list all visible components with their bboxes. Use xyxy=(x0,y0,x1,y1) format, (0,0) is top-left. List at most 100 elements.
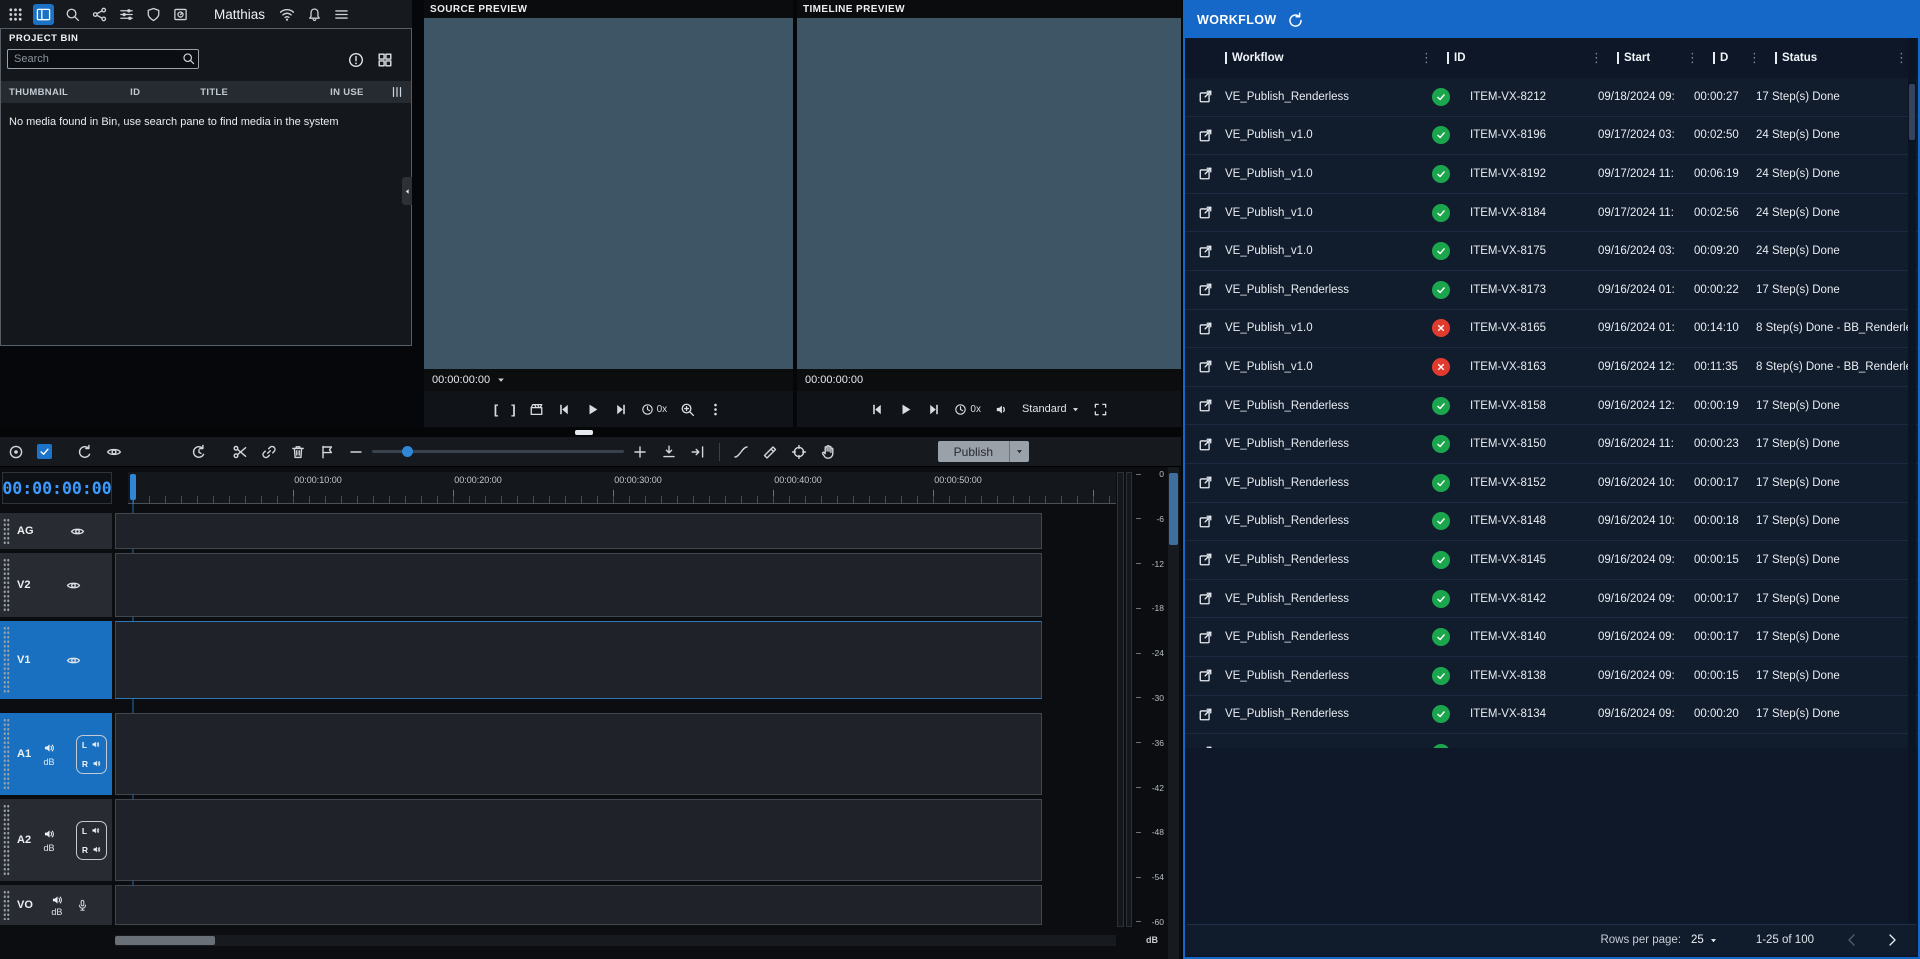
mark-in-button[interactable]: [ xyxy=(494,403,498,416)
publish-dropdown[interactable] xyxy=(1009,441,1029,462)
history-icon[interactable] xyxy=(191,444,207,460)
open-external-icon[interactable] xyxy=(1198,630,1213,645)
workflow-scrollbar-thumb[interactable] xyxy=(1909,84,1915,140)
source-video-area[interactable] xyxy=(424,18,793,369)
playback-speed[interactable]: 0x xyxy=(641,403,668,416)
horizontal-scrollbar-thumb[interactable] xyxy=(115,936,215,945)
track-lane-v1[interactable] xyxy=(115,621,1042,699)
column-duration[interactable]: D xyxy=(1686,50,1748,66)
delete-trash-icon[interactable] xyxy=(290,444,306,460)
table-row[interactable]: VE_Publish_Renderless ITEM-VX-8158 09/16… xyxy=(1185,387,1918,426)
table-row[interactable]: VE_Publish_Renderless ITEM-VX-8142 09/16… xyxy=(1185,580,1918,619)
db-label[interactable]: dB xyxy=(51,907,62,917)
drag-handle-icon[interactable] xyxy=(3,518,10,544)
drag-handle-icon[interactable] xyxy=(3,626,10,694)
track-header-v1[interactable]: V1 xyxy=(0,621,112,699)
column-grip-icon[interactable] xyxy=(1590,50,1603,66)
open-external-icon[interactable] xyxy=(1198,166,1213,181)
table-row[interactable]: VE_Publish_Renderless ITEM-VX-8152 09/16… xyxy=(1185,464,1918,503)
table-row[interactable]: VE_Publish_Renderless ITEM-VX-8173 09/16… xyxy=(1185,271,1918,310)
shield-icon[interactable] xyxy=(144,5,162,23)
menu-icon[interactable] xyxy=(332,5,350,23)
panel-layout-icon[interactable] xyxy=(33,4,54,25)
collapse-panel-button[interactable] xyxy=(402,177,412,205)
divider-drag-handle[interactable] xyxy=(575,430,593,435)
vertical-scrollbar-thumb[interactable] xyxy=(1169,473,1178,545)
refresh-icon[interactable] xyxy=(1287,12,1304,29)
table-row[interactable]: VE_Publish_Renderless ITEM-VX-8148 09/16… xyxy=(1185,503,1918,542)
table-row[interactable]: VE_Publish_v1.0 ITEM-VX-8196 09/17/2024 … xyxy=(1185,117,1918,156)
table-row[interactable]: VE_Publish_Renderless ITEM-VX-8134 09/16… xyxy=(1185,696,1918,735)
horizontal-scrollbar[interactable] xyxy=(115,935,1116,946)
mark-out-button[interactable]: ] xyxy=(511,403,515,416)
table-row[interactable]: VE_Publish_v1.0 ITEM-VX-8184 09/17/2024 … xyxy=(1185,194,1918,233)
publish-button[interactable]: Publish xyxy=(938,441,1029,462)
table-row[interactable] xyxy=(1185,734,1918,748)
zoom-icon[interactable] xyxy=(680,402,695,417)
speaker-icon[interactable] xyxy=(43,828,55,840)
zoom-in-icon[interactable] xyxy=(632,444,648,460)
open-external-icon[interactable] xyxy=(1198,591,1213,606)
fade-curve-icon[interactable] xyxy=(733,444,749,460)
table-row[interactable]: VE_Publish_v1.0 ITEM-VX-8175 09/16/2024 … xyxy=(1185,232,1918,271)
visibility-eye-icon[interactable] xyxy=(106,444,122,460)
speaker-icon[interactable] xyxy=(51,894,63,906)
previous-page-icon[interactable] xyxy=(1844,932,1860,948)
timeline-video-area[interactable] xyxy=(797,18,1181,369)
column-settings-icon[interactable] xyxy=(390,85,404,99)
open-external-icon[interactable] xyxy=(1198,668,1213,683)
vault-icon[interactable] xyxy=(171,5,189,23)
workflow-scrollbar[interactable] xyxy=(1908,38,1916,924)
open-external-icon[interactable] xyxy=(1198,398,1213,413)
playback-speed[interactable]: 0x xyxy=(954,403,981,416)
column-id[interactable]: ID xyxy=(1420,50,1590,66)
selection-checkbox[interactable] xyxy=(37,444,52,459)
channel-left[interactable]: L xyxy=(82,826,101,836)
marker-flag-icon[interactable] xyxy=(319,444,335,460)
open-external-icon[interactable] xyxy=(1198,437,1213,452)
column-status[interactable]: Status xyxy=(1748,50,1918,66)
table-row[interactable]: VE_Publish_Renderless ITEM-VX-8212 09/18… xyxy=(1185,78,1918,117)
hand-tool-icon[interactable] xyxy=(820,444,836,460)
cut-scissors-icon[interactable] xyxy=(232,444,248,460)
play-button[interactable] xyxy=(585,402,600,417)
vertical-scrollbar[interactable] xyxy=(1168,467,1179,959)
open-external-icon[interactable] xyxy=(1198,475,1213,490)
open-external-icon[interactable] xyxy=(1198,359,1213,374)
slate-icon[interactable] xyxy=(529,402,544,417)
more-options-icon[interactable] xyxy=(708,402,723,417)
track-visibility-icon[interactable] xyxy=(66,653,81,668)
channel-right[interactable]: R xyxy=(82,845,101,855)
track-header-a1[interactable]: A1 dB L R xyxy=(0,713,112,795)
drag-handle-icon[interactable] xyxy=(3,804,10,876)
append-clip-icon[interactable] xyxy=(690,444,706,460)
track-header-vo[interactable]: VO dB xyxy=(0,885,112,925)
settings-sliders-icon[interactable] xyxy=(117,5,135,23)
table-row[interactable]: VE_Publish_v1.0 ITEM-VX-8192 09/17/2024 … xyxy=(1185,155,1918,194)
column-workflow[interactable]: Workflow xyxy=(1225,52,1420,64)
column-title[interactable]: TITLE xyxy=(200,87,228,98)
chevron-down-icon[interactable] xyxy=(496,375,506,385)
column-grip-icon[interactable] xyxy=(1895,50,1908,66)
table-row[interactable]: VE_Publish_v1.0 ITEM-VX-8163 09/16/2024 … xyxy=(1185,348,1918,387)
apps-grid-icon[interactable] xyxy=(6,5,24,23)
skip-previous-button[interactable] xyxy=(557,402,572,417)
channel-right[interactable]: R xyxy=(82,759,101,769)
skip-next-button[interactable] xyxy=(613,402,628,417)
volume-icon[interactable] xyxy=(994,402,1009,417)
column-grip-icon[interactable] xyxy=(1748,50,1761,66)
undo-icon[interactable] xyxy=(77,444,93,460)
track-lane-ag[interactable] xyxy=(115,513,1042,549)
open-external-icon[interactable] xyxy=(1198,205,1213,220)
track-lane-a2[interactable] xyxy=(115,799,1042,881)
column-grip-icon[interactable] xyxy=(1420,50,1433,66)
table-row[interactable]: VE_Publish_Renderless ITEM-VX-8140 09/16… xyxy=(1185,618,1918,657)
open-external-icon[interactable] xyxy=(1198,89,1213,104)
db-label[interactable]: dB xyxy=(44,843,55,853)
table-row[interactable]: VE_Publish_Renderless ITEM-VX-8145 09/16… xyxy=(1185,541,1918,580)
grid-view-icon[interactable] xyxy=(377,52,393,68)
notifications-bell-icon[interactable] xyxy=(305,5,323,23)
insert-clip-icon[interactable] xyxy=(661,444,677,460)
zoom-slider-thumb[interactable] xyxy=(402,446,413,457)
search-icon[interactable] xyxy=(63,5,81,23)
